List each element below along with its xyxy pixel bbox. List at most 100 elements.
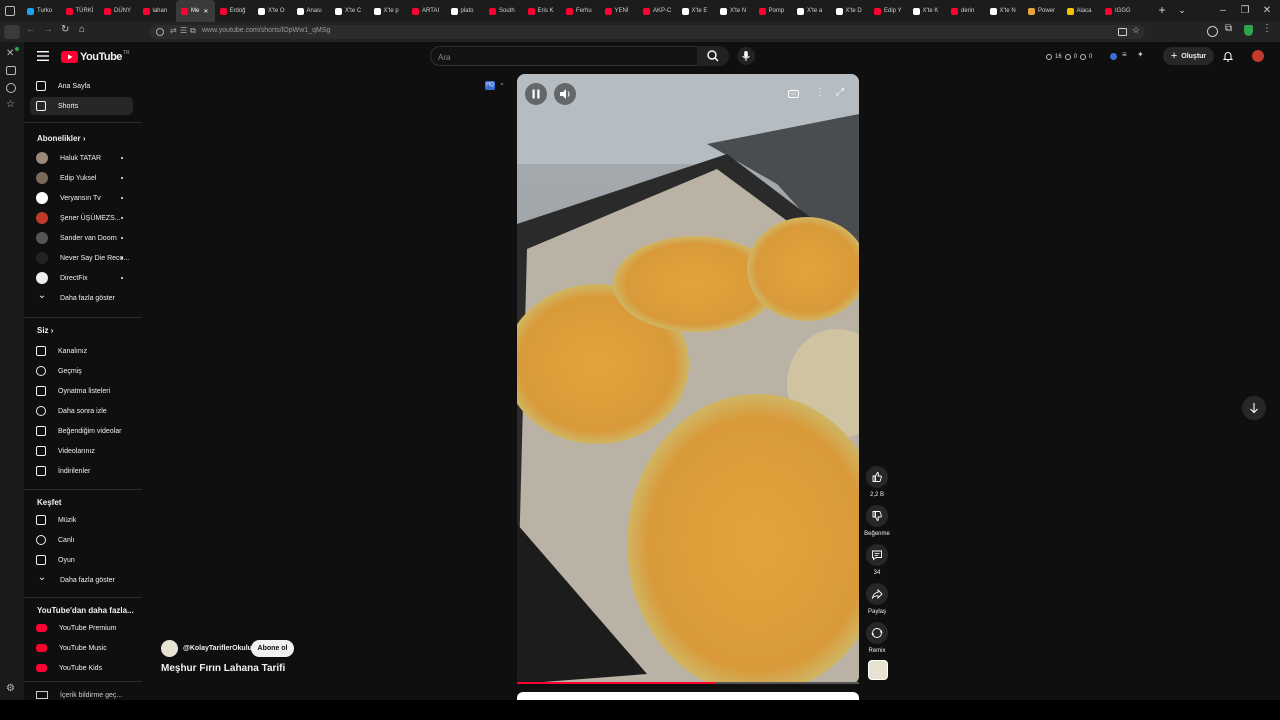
translate-icon[interactable]: ☰ [180,26,187,35]
comments-button[interactable] [866,544,888,566]
browser-tab[interactable]: South [484,0,523,22]
create-button[interactable]: + Oluştur [1163,47,1214,65]
url-bar[interactable]: ⇄ ☰ ⧉ www.youtube.com/shorts/lOpWw1_qMSg… [150,25,1145,39]
browser-tab[interactable]: X'te D [831,0,870,22]
site-info-icon[interactable] [156,28,164,36]
sidebar-toggle-icon[interactable] [4,25,20,39]
sidebar-item-live[interactable]: Canlı [30,531,133,549]
back-icon[interactable]: ← [26,24,36,35]
channel-handle[interactable]: @KolayTariflerOkulu [183,645,252,652]
remix-button[interactable] [866,622,888,644]
account-avatar[interactable] [1252,50,1264,62]
sidebar-item-entry[interactable]: Haluk TATAR [30,149,133,167]
search-input[interactable] [438,51,688,63]
browser-tab[interactable]: ARTAI [407,0,446,22]
browser-tab[interactable]: Power [1023,0,1062,22]
extensions-icon[interactable]: ⧉ [1225,23,1232,34]
browser-tab[interactable]: TÜRKİ [61,0,100,22]
quality-badge-icon[interactable]: HQ [485,81,495,90]
show-more-button[interactable]: ⌄ Daha fazla göster [30,289,133,307]
short-title[interactable]: Meşhur Fırın Lahana Tarifi [161,663,285,674]
next-short-button[interactable] [1242,396,1266,420]
tab-search-icon[interactable]: ⌄ [1176,3,1188,17]
voice-search-button[interactable] [737,47,755,65]
sidebar-item-entry[interactable]: YouTube Kids [30,659,133,677]
subscribe-button[interactable]: Abone ol [251,640,294,657]
extension-pin-icon[interactable]: ✦ [1137,50,1144,59]
shield-extension-icon[interactable] [1244,25,1253,36]
subscriptions-header[interactable]: Abonelikler › [37,134,85,143]
browser-tab[interactable]: Edip Y [869,0,908,22]
sidebar-item-report-history[interactable]: İçerik bildirme geç... [30,690,133,700]
dislike-button[interactable] [866,505,888,527]
sidebar-item-entry[interactable]: YouTube Music [30,639,133,657]
notifications-bell-icon[interactable] [1222,50,1234,62]
browser-tab[interactable]: X'te a [792,0,831,22]
captions-icon[interactable]: CC [788,90,799,98]
you-header[interactable]: Siz › [37,326,53,335]
fullscreen-icon[interactable]: ⤢ [836,87,844,98]
sidebar-item-entry[interactable]: Edip Yuksel [30,169,133,187]
browser-tab[interactable]: AKP-C [638,0,677,22]
forward-icon[interactable]: → [43,24,53,35]
share-button[interactable] [866,583,888,605]
sidebar-item-channel[interactable]: Kanalınız [30,342,133,360]
wallet-rail-icon[interactable] [6,66,16,75]
sidebar-item-entry[interactable]: Never Say Die Reco... [30,249,133,267]
like-button[interactable] [866,466,888,488]
extension-list-icon[interactable]: ≡ [1122,50,1127,59]
sidebar-item-watch-later[interactable]: Daha sonra izle [30,402,133,420]
browser-tab[interactable]: X'te O [253,0,292,22]
video-progress-bar[interactable] [517,682,859,684]
browser-tab[interactable]: Me ✕ [176,0,215,22]
browser-tab[interactable]: X'te N [985,0,1024,22]
pause-button[interactable] [525,83,547,105]
browser-tab[interactable]: YENİ [600,0,639,22]
browser-tab[interactable]: DÜNY [99,0,138,22]
maximize-button[interactable]: ❐ [1238,4,1252,18]
sidebar-item-music[interactable]: Müzik [30,511,133,529]
sidebar-item-gaming[interactable]: Oyun [30,551,133,569]
home-browser-icon[interactable]: ⌂ [79,24,85,35]
sidebar-item-shorts[interactable]: Shorts [30,97,133,115]
extension-blue-icon[interactable] [1110,53,1117,60]
screenshot-icon[interactable] [1118,28,1127,36]
browser-tab[interactable]: Eris K [523,0,562,22]
sidebar-item-entry[interactable]: YouTube Premium [30,619,133,637]
browser-tab[interactable]: plato [446,0,485,22]
profile-icon[interactable] [1207,26,1218,37]
sidebar-item-home[interactable]: Ana Sayfa [30,77,133,95]
shorts-video[interactable]: CC ⋮ ⤢ [517,74,859,684]
search-button[interactable] [697,46,729,66]
browser-tab[interactable]: Erdoğ [215,0,254,22]
sidebar-item-entry[interactable]: Veryansın Tv [30,189,133,207]
close-tab-icon[interactable]: ✕ [203,8,208,15]
sidebar-item-downloads[interactable]: İndirilenler [30,462,133,480]
volume-button[interactable] [554,83,576,105]
favorites-rail-icon[interactable]: ☆ [6,99,18,111]
browser-tab[interactable]: X'te p [369,0,408,22]
browser-tab[interactable]: derin [946,0,985,22]
sidebar-item-history[interactable]: Geçmiş [30,362,133,380]
bookmark-star-icon[interactable]: ☆ [1132,25,1140,36]
sidebar-item-your-videos[interactable]: Videolarınız [30,442,133,460]
sidebar-item-playlists[interactable]: Oynatma listeleri [30,382,133,400]
copy-link-icon[interactable]: ⧉ [190,26,196,36]
browser-tab[interactable]: lahan [138,0,177,22]
browser-tab[interactable]: Ferhu [561,0,600,22]
browser-menu-icon[interactable]: ⋮ [1262,23,1272,34]
settings-rail-icon[interactable]: ⚙ [6,683,18,695]
more-options-icon[interactable]: ⋮ [815,87,825,98]
sidebar-item-liked[interactable]: Beğendiğim videolar [30,422,133,440]
extension-stats[interactable]: 16 0 0 [1046,52,1092,62]
minimize-button[interactable]: – [1216,4,1230,18]
close-window-button[interactable]: ✕ [1260,4,1274,18]
browser-tab[interactable]: Anası [292,0,331,22]
browser-tab[interactable]: Alaca [1062,0,1101,22]
new-tab-button[interactable]: + [1155,3,1169,17]
browser-tab[interactable]: X'te N [715,0,754,22]
browser-tab[interactable]: X'te C [330,0,369,22]
sidebar-item-entry[interactable]: Şener ÜŞÜMEZS... [30,209,133,227]
show-more-button[interactable]: ⌄ Daha fazla göster [30,571,133,589]
tab-actions-icon[interactable] [5,6,15,16]
